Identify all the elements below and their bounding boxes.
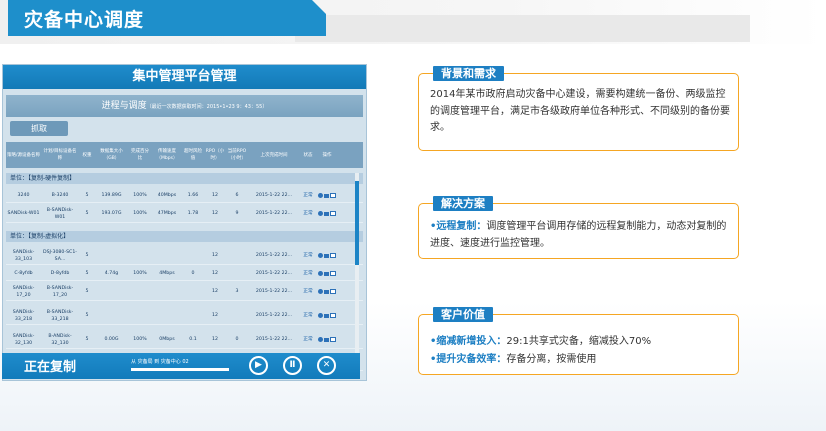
- solution-tag: 解决方案: [433, 196, 493, 211]
- detail-window-icon[interactable]: [330, 337, 336, 342]
- header-grey-bar: [295, 15, 750, 42]
- row-actions[interactable]: [316, 271, 338, 276]
- start-icon[interactable]: [318, 337, 323, 342]
- value-item-2-body: 存备分离，按需使用: [506, 354, 597, 365]
- last-capture-time: （最近一次数据获取时间：2015•1•23 9：43：55）: [146, 104, 268, 110]
- scrollbar-thumb[interactable]: [355, 181, 359, 265]
- background-tag: 背景和需求: [433, 66, 504, 81]
- start-icon[interactable]: [318, 289, 323, 294]
- table-row[interactable]: C-8yfdb D-8yfdb 5 4.74g 100% 4Mbps 0 12 …: [6, 267, 363, 281]
- stop-icon[interactable]: [324, 211, 329, 216]
- col-header: 状态: [303, 152, 313, 158]
- value-item-1-body: 29:1共享式灾备，缩减投入70%: [506, 336, 652, 347]
- group-row: 单位：【复制-硬件复制】: [6, 173, 363, 184]
- col-header: 超时风险值: [184, 149, 202, 161]
- stop-icon[interactable]: [324, 271, 329, 276]
- solution-text: •远程复制：调度管理平台调用存储的远程复制能力，动态对复制的进度、速度进行监控管…: [430, 219, 735, 252]
- detail-window-icon[interactable]: [330, 313, 336, 318]
- value-item-1-title: 缩减新增投入：: [436, 336, 507, 347]
- stop-icon[interactable]: [324, 313, 329, 318]
- table-row[interactable]: 3240 B-3240 5 139.89G 100% 40Mbps 1.66 1…: [6, 189, 363, 203]
- col-header: 传输速度（Mbps）: [156, 149, 178, 161]
- row-actions[interactable]: [316, 289, 338, 294]
- col-header: 操作: [322, 152, 332, 158]
- table-row[interactable]: SANDisk-32_130 B-ANDisk-32_130 5 0.00G 1…: [6, 331, 363, 349]
- group-row: 单位：【复制-虚拟化】: [6, 231, 363, 242]
- stop-icon[interactable]: [324, 253, 329, 258]
- table-row[interactable]: SANDisk-17_20 B-SANDisk-17_20 5 12 3 201…: [6, 283, 363, 301]
- start-icon[interactable]: [318, 211, 323, 216]
- close-icon[interactable]: ✕: [317, 356, 336, 375]
- capture-button[interactable]: 抓取: [10, 121, 68, 136]
- replication-progress: [131, 368, 229, 371]
- management-panel: 集中管理平台管理 进程与调度（最近一次数据获取时间：2015•1•23 9：43…: [2, 64, 367, 381]
- value-item-1: •缩减新增投入：29:1共享式灾备，缩减投入70%: [430, 334, 735, 351]
- col-header: 策略/源设备名称: [7, 152, 41, 158]
- replication-bar: 正在复制 从 灾备局 到 灾备中心 02 ▶ Ⅱ ✕: [2, 353, 360, 379]
- background-text: 2014年某市政府启动灾备中心建设，需要构建统一备份、两级监控的调度管理平台，满…: [430, 89, 730, 133]
- play-icon[interactable]: ▶: [249, 356, 268, 375]
- pause-icon[interactable]: Ⅱ: [283, 356, 302, 375]
- progress-speed-label: 进程与调度: [101, 101, 147, 111]
- replication-progress-fill: [131, 368, 229, 371]
- value-item-2-title: 提升灾备效率：: [436, 354, 507, 365]
- start-icon[interactable]: [318, 271, 323, 276]
- col-header: 完成百分比: [131, 149, 149, 161]
- table-header: 策略/源设备名称 计划/目标设备名称 权重 数据集大小（GB） 完成百分比 传输…: [6, 142, 363, 168]
- table-row[interactable]: SANDisk-33_103 DSJ-3080-SC1-SA... 5 12 2…: [6, 247, 363, 265]
- start-icon[interactable]: [318, 253, 323, 258]
- col-header: RPO（小时）: [205, 149, 225, 161]
- start-icon[interactable]: [318, 313, 323, 318]
- row-actions[interactable]: [316, 337, 338, 342]
- page-title: 灾备中心调度: [24, 9, 145, 31]
- remote-replication-title: 远程复制：: [436, 221, 487, 232]
- table-row[interactable]: SANDisk-W01 B-SANDisk-W01 5 193.07G 100%…: [6, 205, 363, 223]
- col-header: 计划/目标设备名称: [43, 149, 77, 161]
- panel-subtitle: 进程与调度（最近一次数据获取时间：2015•1•23 9：43：55）: [6, 95, 363, 117]
- detail-window-icon[interactable]: [330, 193, 336, 198]
- row-actions[interactable]: [316, 253, 338, 258]
- stop-icon[interactable]: [324, 289, 329, 294]
- detail-window-icon[interactable]: [330, 289, 336, 294]
- row-actions[interactable]: [316, 313, 338, 318]
- value-tag: 客户价值: [433, 307, 493, 322]
- replicating-label: 正在复制: [24, 360, 77, 375]
- start-icon[interactable]: [318, 193, 323, 198]
- stop-icon[interactable]: [324, 193, 329, 198]
- stop-icon[interactable]: [324, 337, 329, 342]
- panel-title: 集中管理平台管理: [3, 65, 366, 89]
- detail-window-icon[interactable]: [330, 211, 336, 216]
- row-actions[interactable]: [316, 211, 338, 216]
- row-actions[interactable]: [316, 193, 338, 198]
- col-header: 当前RPO（小时）: [227, 149, 247, 161]
- table-row[interactable]: SANDisk-33_218 B-SANDisk-33_218 5 12 201…: [6, 307, 363, 325]
- col-header: 数据集大小（GB）: [100, 149, 123, 161]
- col-header: 权重: [82, 152, 92, 158]
- detail-window-icon[interactable]: [330, 271, 336, 276]
- value-item-2: •提升灾备效率：存备分离，按需使用: [430, 352, 735, 369]
- col-header: 上次完成时间: [260, 152, 288, 158]
- detail-window-icon[interactable]: [330, 253, 336, 258]
- replication-route: 从 灾备局 到 灾备中心 02: [131, 359, 189, 365]
